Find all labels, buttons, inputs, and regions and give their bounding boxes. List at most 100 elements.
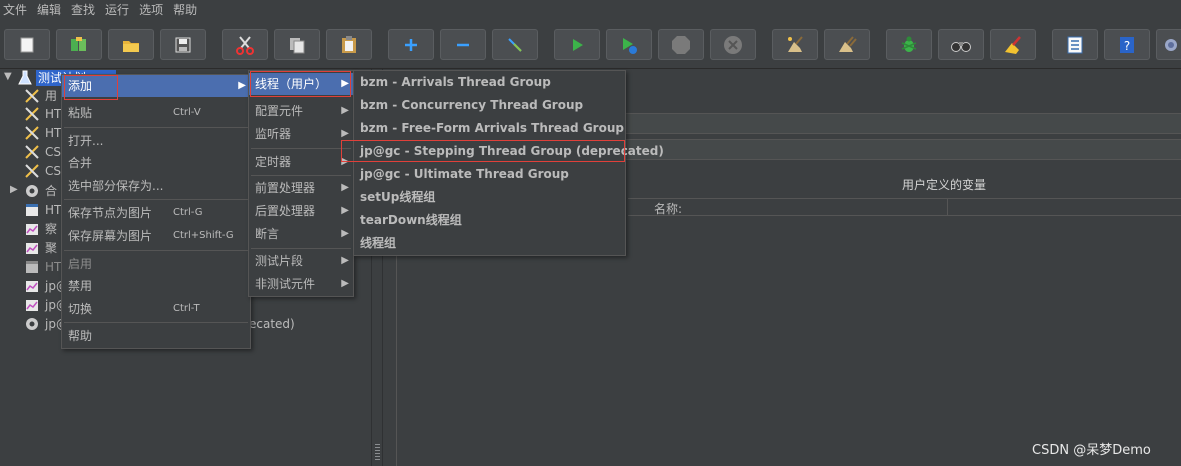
thread-item-teardown[interactable]: tearDown线程组 [354, 209, 625, 231]
menu-item-label: jp@gc - Ultimate Thread Group [360, 167, 569, 181]
column-header-name[interactable]: 名称: [654, 200, 682, 217]
new-icon [20, 37, 34, 52]
listener-icon [24, 297, 40, 313]
toggle-button[interactable] [492, 29, 538, 60]
menu-item-label: bzm - Arrivals Thread Group [360, 75, 551, 89]
submenu-arrow-icon: ▶ [341, 156, 349, 167]
menu-item-merge[interactable]: 合并 [62, 152, 250, 174]
tree-node[interactable]: HT [45, 105, 61, 123]
thread-item-concurrency[interactable]: bzm - Concurrency Thread Group [354, 94, 625, 116]
menu-options[interactable]: 选项 [136, 0, 166, 21]
divider-grip[interactable] [375, 444, 380, 462]
remote-icon [1165, 38, 1177, 51]
shutdown-button[interactable] [710, 29, 756, 60]
save-icon [175, 37, 191, 52]
reset-search-icon [1005, 35, 1021, 54]
menu-item-label: 非测试元件 [255, 277, 316, 291]
menu-help[interactable]: 帮助 [170, 0, 200, 21]
submenu-item-test-fragment[interactable]: 测试片段 ▶ [249, 250, 353, 272]
menu-item-save-screen-image[interactable]: 保存屏幕为图片 Ctrl+Shift-G [62, 225, 250, 247]
submenu-item-post-processor[interactable]: 后置处理器 ▶ [249, 200, 353, 222]
remote-start-button[interactable] [1156, 29, 1181, 60]
help-button[interactable]: ? [1104, 29, 1150, 60]
binoculars-icon [951, 41, 971, 52]
tree-node-disabled[interactable]: HT [45, 258, 61, 276]
submenu-arrow-icon: ▶ [341, 228, 349, 239]
menu-edit[interactable]: 编辑 [34, 0, 64, 21]
menu-item-help[interactable]: 帮助 [62, 325, 250, 347]
tree-node[interactable]: CS [45, 143, 61, 161]
csv-config-icon [24, 163, 40, 179]
search-tree-button[interactable] [938, 29, 984, 60]
column-separator[interactable] [947, 199, 948, 215]
menu-item-label: 后置处理器 [255, 204, 316, 218]
new-button[interactable] [4, 29, 50, 60]
menu-item-save-selection[interactable]: 选中部分保存为... [62, 175, 250, 197]
start-no-pause-icon [623, 37, 637, 54]
http-config-icon [24, 202, 40, 218]
search-button[interactable] [886, 29, 932, 60]
open-button[interactable] [108, 29, 154, 60]
toggle-icon [508, 37, 522, 52]
tree-node[interactable]: 察 [45, 220, 57, 238]
paste-button[interactable] [326, 29, 372, 60]
menu-item-label: 保存屏幕为图片 [68, 229, 153, 243]
submenu-item-pre-processor[interactable]: 前置处理器 ▶ [249, 177, 353, 199]
function-helper-button[interactable] [1052, 29, 1098, 60]
menu-item-label: setUp线程组 [360, 190, 436, 204]
collapse-icon [457, 43, 469, 46]
menu-item-accel: Ctrl-G [173, 207, 203, 218]
shutdown-icon [724, 35, 742, 54]
start-button[interactable] [554, 29, 600, 60]
tree-node[interactable]: CS [45, 162, 61, 180]
toolbar: ? [0, 21, 1181, 69]
sampler-icon [24, 88, 40, 104]
expand-arrow-icon[interactable]: ▶ [10, 184, 18, 195]
copy-icon [290, 37, 305, 53]
collapse-arrow-icon[interactable]: ▼ [4, 71, 12, 82]
menu-item-disable[interactable]: 禁用 [62, 275, 250, 297]
save-button[interactable] [160, 29, 206, 60]
thread-item-stepping[interactable]: jp@gc - Stepping Thread Group (deprecate… [354, 140, 664, 162]
tree-node[interactable]: HT [45, 201, 61, 219]
menu-item-toggle[interactable]: 切换 Ctrl-T [62, 298, 250, 320]
tree-node[interactable]: 用 [45, 87, 57, 105]
menu-run[interactable]: 运行 [102, 0, 132, 21]
collapse-all-button[interactable] [440, 29, 486, 60]
thread-item-setup[interactable]: setUp线程组 [354, 186, 625, 208]
menu-item-open[interactable]: 打开... [62, 130, 250, 152]
submenu-item-threads[interactable]: 线程（用户） ▶ [249, 73, 353, 95]
cut-button[interactable] [222, 29, 268, 60]
menu-item-enable[interactable]: 启用 [62, 253, 250, 275]
tree-node[interactable]: HT [45, 124, 61, 142]
tree-node[interactable]: 聚 [45, 239, 57, 257]
submenu-item-assertion[interactable]: 断言 ▶ [249, 223, 353, 245]
clear-button[interactable] [772, 29, 818, 60]
menu-item-add[interactable]: 添加 ▶ [62, 75, 250, 97]
templates-button[interactable] [56, 29, 102, 60]
menu-item-save-node-image[interactable]: 保存节点为图片 Ctrl-G [62, 202, 250, 224]
reset-search-button[interactable] [990, 29, 1036, 60]
clear-all-button[interactable] [824, 29, 870, 60]
menu-file[interactable]: 文件 [0, 0, 30, 21]
menu-item-label: 切换 [68, 302, 93, 316]
submenu-item-non-test-elements[interactable]: 非测试元件 ▶ [249, 273, 353, 295]
stop-button[interactable] [658, 29, 704, 60]
thread-item-free-form-arrivals[interactable]: bzm - Free-Form Arrivals Thread Group [354, 117, 625, 139]
thread-item-arrivals[interactable]: bzm - Arrivals Thread Group [354, 71, 625, 93]
tree-node[interactable]: 合 [45, 182, 57, 200]
submenu-item-config-element[interactable]: 配置元件 ▶ [249, 100, 353, 122]
thread-item-ultimate[interactable]: jp@gc - Ultimate Thread Group [354, 163, 625, 185]
submenu-arrow-icon: ▶ [341, 78, 349, 89]
start-no-pauses-button[interactable] [606, 29, 652, 60]
expand-all-button[interactable] [388, 29, 434, 60]
copy-button[interactable] [274, 29, 320, 60]
http-config-icon [24, 259, 40, 275]
submenu-item-listener[interactable]: 监听器 ▶ [249, 123, 353, 145]
menu-item-paste[interactable]: 粘贴 Ctrl-V [62, 102, 250, 124]
thread-item-thread-group[interactable]: 线程组 [354, 232, 625, 254]
menu-item-label: 线程组 [360, 236, 397, 250]
menu-search[interactable]: 查找 [68, 0, 98, 21]
cut-icon [236, 35, 254, 55]
submenu-item-timer[interactable]: 定时器 ▶ [249, 151, 353, 173]
